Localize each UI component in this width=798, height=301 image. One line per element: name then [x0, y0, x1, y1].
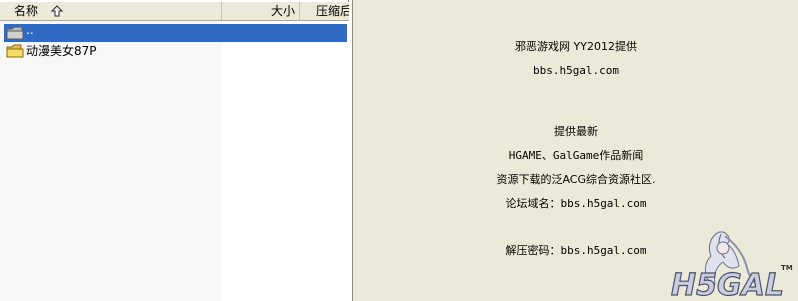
list-item-folder[interactable]: 动漫美女87P — [4, 42, 222, 60]
column-name-label: 名称 — [14, 4, 39, 18]
list-item-parent-folder[interactable]: .. — [4, 23, 347, 42]
info-line-4: HGAME、GalGame作品新闻 — [508, 149, 644, 162]
info-line-3: 提供最新 — [554, 125, 598, 138]
folder-up-icon — [6, 26, 24, 40]
info-line-2: bbs.h5gal.com — [532, 64, 620, 77]
file-list-pane[interactable]: 名称 大小 压缩后 .. 动漫美女87P — [0, 0, 349, 301]
column-header-size[interactable]: 大小 — [222, 2, 300, 20]
logo-text: H5GAL — [671, 268, 784, 301]
list-item-name: 动漫美女87P — [26, 44, 97, 58]
info-line-5: 资源下载的泛ACG综合资源社区. — [496, 173, 656, 186]
column-header-name[interactable]: 名称 — [0, 2, 222, 20]
logo-trademark: TM — [781, 264, 793, 272]
folder-icon — [6, 44, 24, 58]
list-item-name: .. — [26, 23, 34, 37]
column-size-label: 大小 — [270, 4, 295, 18]
column-header-packed[interactable]: 压缩后 — [300, 2, 349, 20]
h5gal-logo: H5GAL TM — [670, 231, 793, 301]
name-column-area — [0, 21, 222, 301]
sort-ascending-icon — [51, 5, 63, 17]
info-line-1: 邪恶游戏网 YY2012提供 — [515, 40, 637, 53]
archive-comment-pane: 邪恶游戏网 YY2012提供 bbs.h5gal.com 提供最新 HGAME、… — [352, 0, 798, 301]
info-line-6: 论坛域名：bbs.h5gal.com — [505, 197, 647, 210]
column-header: 名称 大小 压缩后 — [0, 2, 349, 21]
column-packed-label: 压缩后 — [316, 4, 349, 18]
size-column-area — [222, 21, 349, 301]
